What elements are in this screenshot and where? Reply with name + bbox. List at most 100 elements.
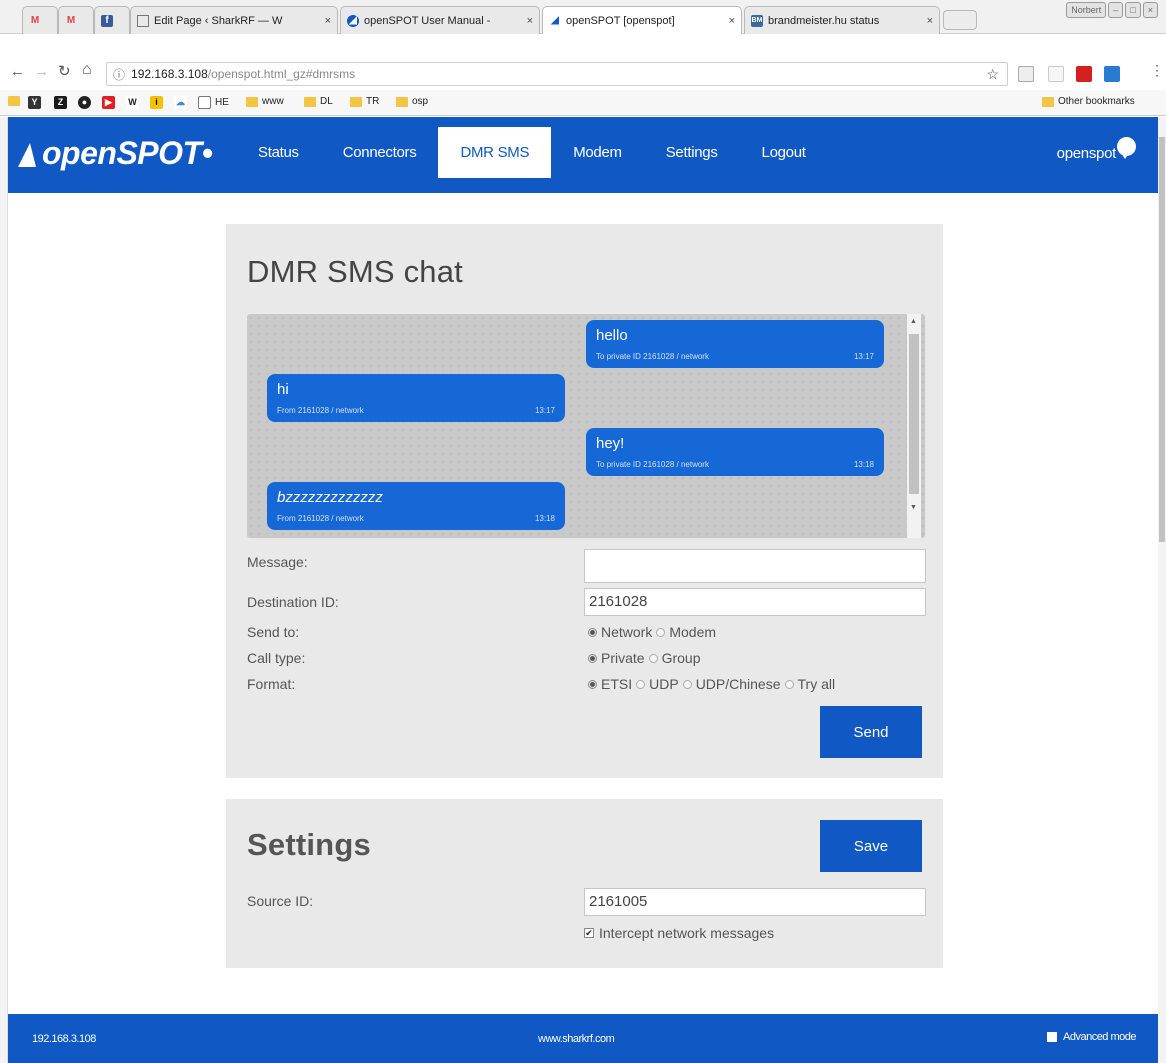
openspot-icon: ◢ (347, 14, 359, 27)
send-to-network-radio[interactable] (588, 627, 597, 637)
tab-close-icon[interactable]: × (527, 15, 533, 27)
bookmark-label: TR (366, 96, 380, 107)
other-bookmarks-label: Other bookmarks (1058, 96, 1135, 107)
option-label: UDP/Chinese (695, 676, 781, 692)
bookmark-www[interactable]: www (246, 96, 284, 107)
app-logo[interactable]: openSPOT• (18, 135, 213, 172)
bookmark-imdb[interactable]: i (150, 96, 163, 109)
save-button[interactable]: Save (820, 820, 922, 872)
nav-connectors[interactable]: Connectors (321, 127, 439, 178)
bookmark-dl[interactable]: DL (304, 96, 333, 107)
star-icon[interactable]: ☆ (986, 66, 999, 83)
message-input[interactable] (584, 549, 926, 583)
tab-user-manual[interactable]: ◢ openSPOT User Manual - × (340, 6, 540, 34)
extension-icon[interactable] (1048, 66, 1064, 82)
home-icon[interactable]: ⌂ (82, 61, 92, 79)
bookmarks-bar: Y Z ● ▶ W i ☁ HE www DL TR osp Other boo… (0, 90, 1166, 116)
openspot-logo-icon (18, 143, 36, 167)
advanced-mode-toggle[interactable]: Advanced mode (1047, 1031, 1137, 1043)
back-icon[interactable]: ← (10, 63, 25, 80)
tab-facebook[interactable]: f (94, 6, 130, 34)
destination-id-input[interactable] (584, 588, 926, 616)
chat-scroll-thumb[interactable] (909, 334, 919, 494)
format-udp-chinese-radio[interactable] (682, 679, 692, 689)
nav-logout[interactable]: Logout (740, 127, 828, 178)
format-options: ETSI UDP UDP/Chinese Try all (584, 676, 835, 692)
send-to-modem-radio[interactable] (656, 627, 666, 637)
extension-icon[interactable] (1076, 66, 1092, 82)
message-meta: From 2161028 / network (277, 514, 364, 523)
url-path: /openspot.html_gz#dmrsms (207, 67, 356, 81)
send-button[interactable]: Send (820, 706, 922, 758)
bookmark-weather[interactable]: ☁ (174, 96, 187, 109)
minimize-button[interactable]: – (1108, 2, 1124, 18)
gmail-icon: M (30, 14, 40, 26)
scroll-down-icon[interactable]: ▼ (910, 504, 917, 511)
facebook-icon: f (101, 14, 113, 27)
tab-close-icon[interactable]: × (729, 15, 735, 27)
call-type-group-radio[interactable] (648, 653, 658, 663)
chat-log[interactable]: hello To private ID 2161028 / network 13… (247, 314, 925, 538)
tab-edit-page[interactable]: Edit Page ‹ SharkRF — W × (130, 6, 338, 34)
bookmark-he[interactable]: HE (198, 96, 229, 109)
bookmark-h[interactable]: Y (28, 96, 41, 109)
nav-status[interactable]: Status (236, 127, 321, 178)
call-type-options: Private Group (584, 650, 701, 666)
info-icon[interactable]: ⓘ (113, 66, 125, 83)
bookmark-z[interactable]: Z (54, 96, 67, 109)
close-window-button[interactable]: × (1142, 2, 1158, 18)
call-type-private-radio[interactable] (588, 653, 597, 663)
page-scrollbar[interactable] (1158, 117, 1166, 1063)
bookmark-github[interactable]: ● (78, 96, 91, 109)
destination-id-label: Destination ID: (247, 594, 339, 610)
menu-icon[interactable]: ⋮ (1150, 62, 1164, 79)
maximize-button[interactable]: □ (1125, 2, 1141, 18)
imdb-icon: i (150, 96, 163, 109)
nav-dmr-sms[interactable]: DMR SMS (438, 127, 552, 178)
forward-icon[interactable]: → (34, 63, 49, 80)
footer-site-link[interactable]: www.sharkrf.com (538, 1033, 615, 1045)
format-etsi-radio[interactable] (588, 679, 597, 689)
main-nav: Status Connectors DMR SMS Modem Settings… (236, 127, 828, 178)
source-id-input[interactable] (584, 888, 926, 916)
intercept-checkbox[interactable]: ✔ (584, 928, 594, 938)
extension-icon[interactable] (1018, 66, 1034, 82)
bookmark-folder[interactable] (8, 96, 20, 106)
tab-gmail-2[interactable]: M (58, 6, 94, 34)
format-try-all-radio[interactable] (784, 679, 794, 689)
tab-close-icon[interactable]: × (927, 15, 933, 27)
extension-icon[interactable] (1104, 66, 1120, 82)
folder-icon (304, 96, 316, 107)
bookmark-wikipedia[interactable]: W (126, 96, 139, 109)
new-tab-button[interactable] (943, 10, 977, 30)
youtube-icon: ▶ (102, 96, 115, 109)
other-bookmarks[interactable]: Other bookmarks (1042, 96, 1135, 107)
format-udp-radio[interactable] (636, 679, 646, 689)
chat-scrollbar[interactable]: ▲ ▼ (907, 314, 921, 538)
page-scroll-thumb[interactable] (1159, 137, 1165, 542)
url-host: 192.168.3.108 (131, 67, 208, 81)
device-hostname: openspot (1056, 145, 1117, 162)
message-bubble-out: hello To private ID 2161028 / network 13… (586, 320, 884, 368)
address-bar[interactable]: ⓘ 192.168.3.108/openspot.html_gz#dmrsms … (106, 62, 1008, 86)
bookmark-osp[interactable]: osp (396, 96, 428, 107)
wikipedia-icon: W (126, 96, 139, 109)
tab-label: Edit Page ‹ SharkRF — W (154, 14, 283, 27)
tab-gmail-1[interactable]: M (22, 6, 58, 34)
profile-button[interactable]: Norbert (1066, 2, 1107, 18)
format-label: Format: (247, 676, 296, 692)
bookmark-tr[interactable]: TR (350, 96, 379, 107)
advanced-mode-checkbox[interactable] (1047, 1032, 1057, 1042)
tab-openspot-active[interactable]: ◢ openSPOT [openspot] × (542, 6, 742, 34)
message-text: bzzzzzzzzzzzzz (277, 489, 383, 506)
bookmark-youtube[interactable]: ▶ (102, 96, 115, 109)
nav-modem[interactable]: Modem (551, 127, 644, 178)
folder-icon (8, 96, 20, 106)
tab-close-icon[interactable]: × (325, 15, 331, 27)
brandmeister-icon: BM (751, 14, 763, 27)
source-id-label: Source ID: (247, 893, 314, 909)
nav-settings[interactable]: Settings (644, 127, 740, 178)
reload-icon[interactable]: ↻ (58, 62, 71, 80)
scroll-up-icon[interactable]: ▲ (910, 318, 917, 325)
tab-brandmeister[interactable]: BM brandmeister.hu status × (744, 6, 940, 34)
